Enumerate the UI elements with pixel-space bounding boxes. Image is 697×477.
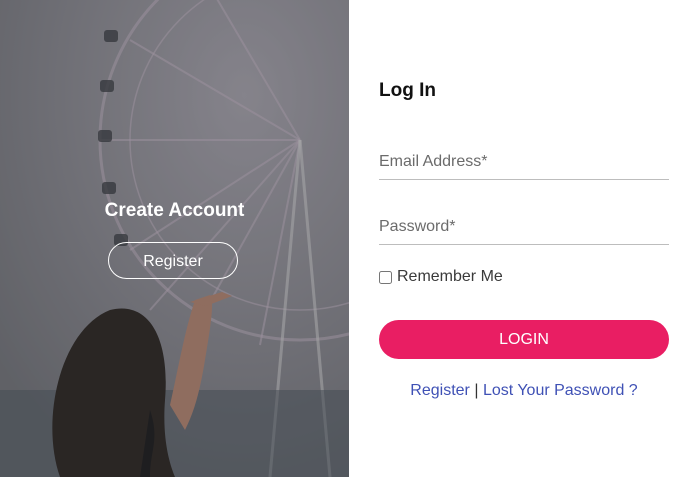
link-separator: | — [474, 382, 479, 399]
register-link[interactable]: Register — [410, 382, 470, 399]
remember-me-option[interactable]: Remember Me — [379, 268, 503, 286]
remember-me-checkbox[interactable] — [379, 270, 392, 284]
background-photo-panel: Create Account Register — [0, 0, 349, 477]
login-button[interactable]: LOGIN — [379, 320, 669, 359]
auth-links: Register | Lost Your Password ? — [379, 382, 669, 400]
password-field[interactable] — [379, 209, 669, 245]
photo-dim-overlay — [0, 0, 349, 477]
remember-me-label: Remember Me — [397, 268, 503, 285]
lost-password-link[interactable]: Lost Your Password ? — [483, 382, 638, 399]
create-account-heading: Create Account — [104, 200, 245, 221]
login-page: Create Account Register Log In Remember … — [0, 0, 697, 477]
register-button[interactable]: Register — [108, 242, 238, 279]
email-field[interactable] — [379, 144, 669, 180]
login-form-panel: Log In Remember Me LOGIN Register | Lost… — [349, 0, 697, 477]
login-title: Log In — [379, 80, 436, 101]
